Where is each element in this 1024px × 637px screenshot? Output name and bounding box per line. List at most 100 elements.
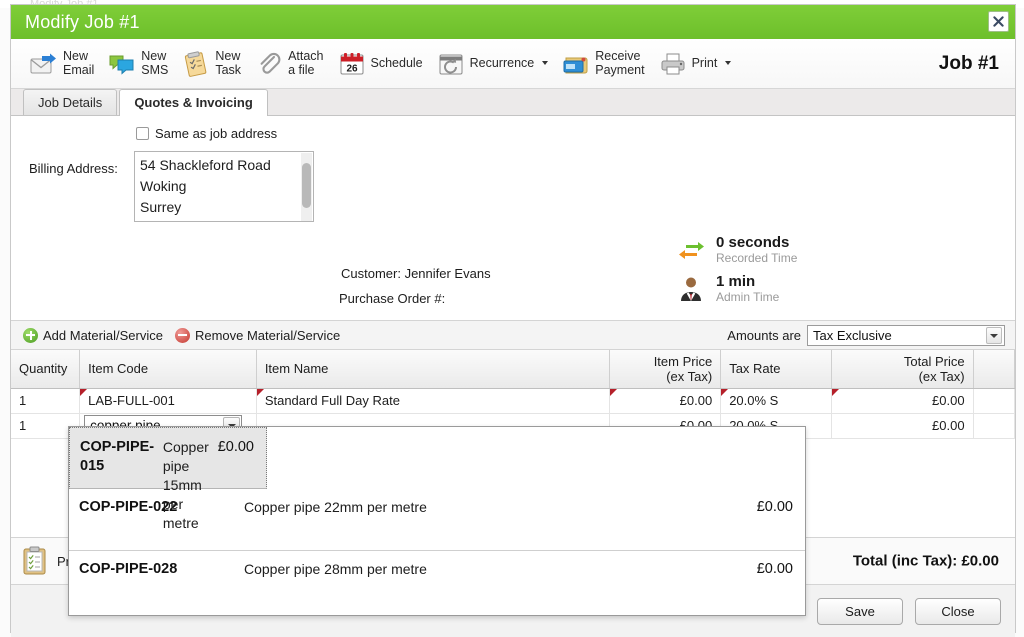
billing-address-label: Billing Address: [29,161,118,176]
cell-item-code[interactable]: LAB-FULL-001 [79,388,257,414]
screen: Modify Job #1 Modify Job #1 [0,0,1024,637]
table-row[interactable]: 1 LAB-FULL-001 Standard Full Day Rate £0… [11,388,1015,414]
toolbar-new-email-label: New Email [63,49,95,77]
autocomplete-option-price: £0.00 [217,439,254,455]
toolbar-print[interactable]: Print [652,42,739,86]
window-toolbar: New Email New SMS New Task Attach a file… [11,39,1015,89]
admin-time-caption: Admin Time [716,290,780,304]
customer-label: Customer: Jennifer Evans [341,266,491,281]
cell-item-price[interactable]: £0.00 [609,388,722,414]
grand-total-label: Total (inc Tax): £0.00 [852,552,999,570]
autocomplete-option-code: COP-PIPE-022 [79,499,178,515]
cell-total-price[interactable]: £0.00 [831,413,974,439]
billing-address-scroll-thumb[interactable] [302,163,311,208]
chevron-down-icon[interactable] [986,327,1002,344]
purchase-order-label: Purchase Order #: [339,291,446,306]
column-header-item-name[interactable]: Item Name [256,350,611,389]
autocomplete-option-code: COP-PIPE-015 [80,439,155,474]
calendar-icon: 26 [338,50,366,78]
chevron-down-icon [542,61,549,65]
remove-material-service-label: Remove Material/Service [194,327,341,343]
same-as-job-address-row[interactable]: Same as job address [136,126,277,141]
amounts-are-group: Amounts are Tax Exclusive [727,325,1005,346]
calendar-day-number: 26 [346,63,358,74]
column-header-item-code[interactable]: Item Code [79,350,257,389]
column-header-tax-rate[interactable]: Tax Rate [720,350,833,389]
toolbar-recurrence-label: Recurrence [469,55,535,70]
items-action-bar: Add Material/Service Remove Material/Ser… [11,321,1015,350]
sms-icon [108,50,136,78]
autocomplete-option-price: £0.00 [756,561,793,577]
column-header-item-price[interactable]: Item Price (ex Tax) [609,350,722,389]
recurrence-icon [437,50,465,78]
amounts-are-label: Amounts are [727,328,801,343]
remove-material-service-button[interactable]: Remove Material/Service [174,327,341,343]
plus-circle-icon [23,327,38,343]
cell-spacer [973,388,1015,414]
toolbar-new-email[interactable]: New Email [23,42,101,86]
cell-item-name[interactable]: Standard Full Day Rate [256,388,611,414]
toolbar-schedule-label: Schedule [370,55,423,70]
same-as-job-address-label: Same as job address [155,126,278,141]
amounts-are-select[interactable]: Tax Exclusive [807,325,1005,346]
autocomplete-option-name: Copper pipe 28mm per metre [244,561,427,577]
cell-quantity[interactable]: 1 [11,388,81,414]
tab-job-details[interactable]: Job Details [23,89,118,115]
autocomplete-option[interactable]: COP-PIPE-015 Copper pipe 15mm per metre … [69,427,267,531]
billing-address-input[interactable]: 54 Shackleford Road Woking Surrey GU22 2… [134,151,314,222]
recorded-time-value: 0 seconds [716,234,790,251]
toolbar-receive-payment[interactable]: Receive Payment [555,42,651,86]
amounts-are-value: Tax Exclusive [813,328,892,343]
cell-total-price[interactable]: £0.00 [831,388,974,414]
billing-address-line-2: Woking [140,178,187,194]
admin-time-value: 1 min [716,273,756,290]
billing-address-line-1: 54 Shackleford Road [140,157,271,173]
admin-time-row: 1 min Admin Time [676,273,797,305]
tab-strip: Job Details Quotes & Invoicing [11,89,1015,116]
add-material-service-label: Add Material/Service [43,327,163,343]
toolbar-new-task[interactable]: New Task [175,42,248,86]
autocomplete-option-code: COP-PIPE-028 [79,561,178,577]
recorded-time-caption: Recorded Time [716,251,798,265]
toolbar-new-task-label: New Task [215,49,242,77]
window-title-bar: Modify Job #1 [11,5,1015,39]
paperclip-icon [255,50,283,78]
same-as-job-address-checkbox[interactable] [136,127,149,140]
cell-tax-rate[interactable]: 20.0% S [720,388,833,414]
toolbar-attach-file-label: Attach a file [288,49,324,77]
column-header-quantity[interactable]: Quantity [11,350,81,389]
toolbar-new-sms[interactable]: New SMS [101,42,175,86]
item-code-autocomplete-dropdown[interactable]: COP-PIPE-015 Copper pipe 15mm per metre … [68,426,806,616]
column-header-total-price[interactable]: Total Price (ex Tax) [831,350,974,389]
billing-address-line-3: Surrey [140,199,182,215]
window-title: Modify Job #1 [25,11,140,32]
exchange-arrows-icon [676,235,706,265]
toolbar-attach-file[interactable]: Attach a file [248,42,330,86]
task-icon [182,50,210,78]
recorded-time-row: 0 seconds Recorded Time [676,234,797,266]
billing-address-scrollbar[interactable] [301,153,312,221]
wallet-icon [562,50,590,78]
printer-icon [659,50,687,78]
email-icon [30,50,58,78]
chevron-down-icon [725,61,732,65]
toolbar-recurrence[interactable]: Recurrence [430,42,556,86]
close-button[interactable]: Close [915,597,1001,625]
add-material-service-button[interactable]: Add Material/Service [23,327,163,343]
details-panel: Same as job address Billing Address: 54 … [11,116,1015,404]
time-summary: 0 seconds Recorded Time 1 min Admin Time [676,234,797,312]
autocomplete-option-name: Copper pipe 22mm per metre [244,499,427,515]
billing-address-line-4-clipped: GU22 2DT [140,218,308,221]
toolbar-new-sms-label: New SMS [141,49,169,77]
close-window-button[interactable] [988,11,1009,32]
minus-circle-icon [174,327,190,343]
save-button[interactable]: Save [817,597,903,625]
toolbar-print-label: Print [691,55,718,70]
column-header-spacer [973,350,1015,389]
autocomplete-option-name: Copper pipe 15mm per metre [162,439,209,531]
cell-spacer [973,413,1015,439]
close-icon [993,16,1004,27]
tab-quotes-invoicing[interactable]: Quotes & Invoicing [119,89,268,116]
autocomplete-option[interactable]: COP-PIPE-028 Copper pipe 28mm per metre … [69,551,805,613]
toolbar-schedule[interactable]: 26 Schedule [331,42,430,86]
